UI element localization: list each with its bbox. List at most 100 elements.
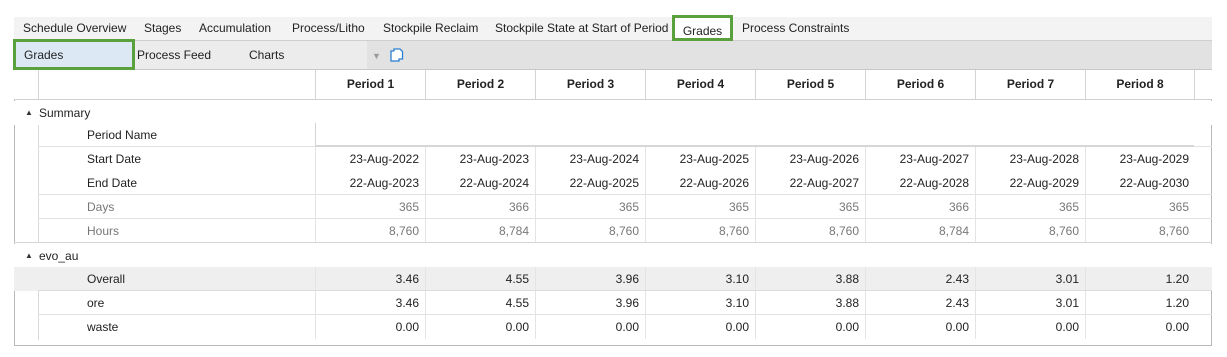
cell-ore-p6[interactable]: 2.43 xyxy=(865,291,975,315)
cell-start-date-p2[interactable]: 23-Aug-2023 xyxy=(425,147,535,171)
cell-overall-p4[interactable]: 3.10 xyxy=(645,267,755,291)
table-row-end-date[interactable]: End Date 22-Aug-2023 22-Aug-2024 22-Aug-… xyxy=(14,171,1212,195)
group-name: evo_au xyxy=(39,249,79,263)
cell-overall-p5[interactable]: 3.88 xyxy=(755,267,865,291)
divider xyxy=(315,123,316,147)
tab-schedule-overview[interactable]: Schedule Overview xyxy=(23,17,126,40)
cell-hours-p6[interactable]: 8,784 xyxy=(865,219,975,243)
cell-ore-p5[interactable]: 3.88 xyxy=(755,291,865,315)
column-header-period-1[interactable]: Period 1 xyxy=(315,70,425,99)
column-header-period-2[interactable]: Period 2 xyxy=(425,70,535,99)
tab-stages[interactable]: Stages xyxy=(144,17,181,40)
cell-hours-p2[interactable]: 8,784 xyxy=(425,219,535,243)
top-tab-strip: Schedule Overview Stages Accumulation Pr… xyxy=(14,15,1212,41)
cell-end-date-p5[interactable]: 22-Aug-2027 xyxy=(755,171,865,195)
table-row-days[interactable]: Days 365 366 365 365 365 366 365 365 xyxy=(14,195,1212,219)
collapse-arrow-icon[interactable]: ▲ xyxy=(25,101,33,125)
cell-start-date-p3[interactable]: 23-Aug-2024 xyxy=(535,147,645,171)
cell-hours-p8[interactable]: 8,760 xyxy=(1085,219,1195,243)
cell-days-p6[interactable]: 366 xyxy=(865,195,975,219)
cell-waste-p5[interactable]: 0.00 xyxy=(755,315,865,339)
cell-end-date-p7[interactable]: 22-Aug-2029 xyxy=(975,171,1085,195)
cell-hours-p4[interactable]: 8,760 xyxy=(645,219,755,243)
cell-overall-p3[interactable]: 3.96 xyxy=(535,267,645,291)
cell-end-date-p3[interactable]: 22-Aug-2025 xyxy=(535,171,645,195)
tab-accumulation[interactable]: Accumulation xyxy=(199,17,271,40)
cell-hours-p1[interactable]: 8,760 xyxy=(315,219,425,243)
cell-waste-p4[interactable]: 0.00 xyxy=(645,315,755,339)
cell-overall-p7[interactable]: 3.01 xyxy=(975,267,1085,291)
column-header-period-7[interactable]: Period 7 xyxy=(975,70,1085,99)
table-row-period-name[interactable]: Period Name xyxy=(14,123,1212,147)
cell-end-date-p4[interactable]: 22-Aug-2026 xyxy=(645,171,755,195)
collapse-arrow-icon[interactable]: ▲ xyxy=(25,244,33,268)
cell-hours-p3[interactable]: 8,760 xyxy=(535,219,645,243)
row-label: ore xyxy=(87,296,105,310)
cell-hours-p5[interactable]: 8,760 xyxy=(755,219,865,243)
cell-ore-p3[interactable]: 3.96 xyxy=(535,291,645,315)
tab-process-constraints[interactable]: Process Constraints xyxy=(742,17,849,40)
table-row-hours[interactable]: Hours 8,760 8,784 8,760 8,760 8,760 8,78… xyxy=(14,219,1212,243)
tab-process-litho[interactable]: Process/Litho xyxy=(292,17,365,40)
table-row-waste[interactable]: waste 0.00 0.00 0.00 0.00 0.00 0.00 0.00… xyxy=(14,315,1212,339)
table-row-overall[interactable]: Overall 3.46 4.55 3.96 3.10 3.88 2.43 3.… xyxy=(14,267,1212,291)
column-header-period-5[interactable]: Period 5 xyxy=(755,70,865,99)
cell-overall-p2[interactable]: 4.55 xyxy=(425,267,535,291)
group-name: Summary xyxy=(39,106,91,120)
cell-end-date-p6[interactable]: 22-Aug-2028 xyxy=(865,171,975,195)
row-label: End Date xyxy=(87,176,138,190)
cell-start-date-p1[interactable]: 23-Aug-2022 xyxy=(315,147,425,171)
cell-days-p1[interactable]: 365 xyxy=(315,195,425,219)
group-row-summary[interactable]: ▲ Summary xyxy=(14,101,1212,125)
cell-waste-p8[interactable]: 0.00 xyxy=(1085,315,1195,339)
cell-end-date-p2[interactable]: 22-Aug-2024 xyxy=(425,171,535,195)
cell-start-date-p6[interactable]: 23-Aug-2027 xyxy=(865,147,975,171)
cell-overall-p6[interactable]: 2.43 xyxy=(865,267,975,291)
column-header-period-3[interactable]: Period 3 xyxy=(535,70,645,99)
tab-stockpile-reclaim[interactable]: Stockpile Reclaim xyxy=(383,17,478,40)
cell-days-p2[interactable]: 366 xyxy=(425,195,535,219)
tab-stockpile-state[interactable]: Stockpile State at Start of Period xyxy=(495,17,668,40)
cell-waste-p6[interactable]: 0.00 xyxy=(865,315,975,339)
tab-grades[interactable]: Grades xyxy=(672,15,733,41)
subtab-process-feed[interactable]: Process Feed xyxy=(137,41,211,69)
cell-start-date-p8[interactable]: 23-Aug-2029 xyxy=(1085,147,1195,171)
cell-end-date-p8[interactable]: 22-Aug-2030 xyxy=(1085,171,1195,195)
cell-ore-p4[interactable]: 3.10 xyxy=(645,291,755,315)
subtab-grades[interactable]: Grades xyxy=(13,39,135,70)
copy-icon[interactable] xyxy=(390,48,404,63)
header-divider xyxy=(38,70,39,99)
cell-days-p4[interactable]: 365 xyxy=(645,195,755,219)
cell-days-p3[interactable]: 365 xyxy=(535,195,645,219)
subtab-charts[interactable]: Charts xyxy=(249,41,284,69)
cell-ore-p1[interactable]: 3.46 xyxy=(315,291,425,315)
cell-waste-p2[interactable]: 0.00 xyxy=(425,315,535,339)
cell-end-date-p1[interactable]: 22-Aug-2023 xyxy=(315,171,425,195)
cell-waste-p1[interactable]: 0.00 xyxy=(315,315,425,339)
cell-ore-p7[interactable]: 3.01 xyxy=(975,291,1085,315)
column-header-period-8[interactable]: Period 8 xyxy=(1085,70,1195,99)
cell-ore-p8[interactable]: 1.20 xyxy=(1085,291,1195,315)
cell-days-p8[interactable]: 365 xyxy=(1085,195,1195,219)
column-header-period-6[interactable]: Period 6 xyxy=(865,70,975,99)
cell-ore-p2[interactable]: 4.55 xyxy=(425,291,535,315)
group-row-evo-au[interactable]: ▲ evo_au xyxy=(14,244,1212,268)
sub-tab-strip: Grades Process Feed Charts ▼ xyxy=(13,39,1212,70)
cell-hours-p7[interactable]: 8,760 xyxy=(975,219,1085,243)
column-header-period-4[interactable]: Period 4 xyxy=(645,70,755,99)
filter-icon[interactable]: ▼ xyxy=(372,51,381,61)
row-label: Start Date xyxy=(87,152,142,166)
cell-overall-p8[interactable]: 1.20 xyxy=(1085,267,1195,291)
table-row-ore[interactable]: ore 3.46 4.55 3.96 3.10 3.88 2.43 3.01 1… xyxy=(14,291,1212,315)
cell-overall-p1[interactable]: 3.46 xyxy=(315,267,425,291)
row-divider xyxy=(14,242,1212,243)
cell-days-p5[interactable]: 365 xyxy=(755,195,865,219)
column-header-row: Period 1 Period 2 Period 3 Period 4 Peri… xyxy=(14,70,1212,100)
cell-start-date-p4[interactable]: 23-Aug-2025 xyxy=(645,147,755,171)
cell-start-date-p5[interactable]: 23-Aug-2026 xyxy=(755,147,865,171)
cell-start-date-p7[interactable]: 23-Aug-2028 xyxy=(975,147,1085,171)
cell-waste-p3[interactable]: 0.00 xyxy=(535,315,645,339)
table-row-start-date[interactable]: Start Date 23-Aug-2022 23-Aug-2023 23-Au… xyxy=(14,147,1212,171)
cell-days-p7[interactable]: 365 xyxy=(975,195,1085,219)
cell-waste-p7[interactable]: 0.00 xyxy=(975,315,1085,339)
